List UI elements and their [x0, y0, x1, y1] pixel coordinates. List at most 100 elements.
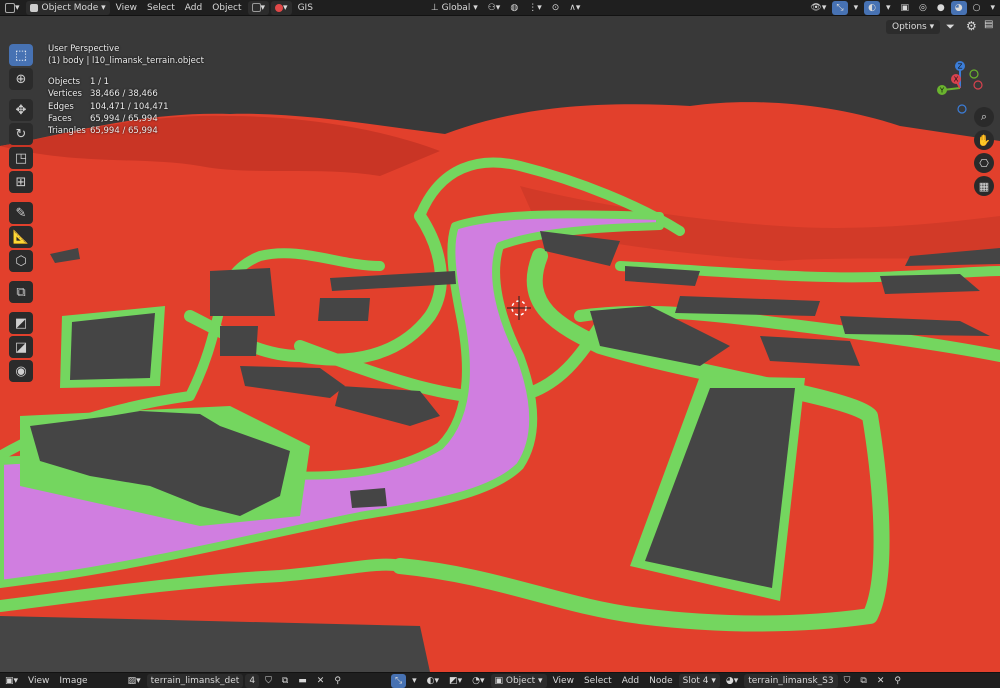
stat-label: Vertices: [48, 89, 82, 100]
material-duplicate[interactable]: ⧉: [856, 674, 870, 688]
navigation-gizmo[interactable]: Z Y X: [937, 61, 983, 114]
add-cube-tool[interactable]: ⬡: [9, 250, 33, 272]
overlay-icon: ◐: [426, 675, 435, 686]
image-editor-type[interactable]: ▣ ▾: [1, 674, 22, 688]
zoom-icon: ⌕: [980, 110, 988, 123]
snap-toggle[interactable]: ◍: [506, 1, 522, 15]
gizmo-toggle[interactable]: ⤡: [832, 0, 848, 15]
image-name-field[interactable]: terrain_limansk_det: [146, 673, 244, 688]
rendered-icon: ○: [972, 2, 981, 13]
menu-add[interactable]: Add: [181, 1, 206, 15]
gizmo-neg-y[interactable]: [969, 69, 979, 79]
perspective-label: User Perspective: [48, 44, 120, 54]
camera-button[interactable]: ⎔: [974, 153, 994, 173]
slot-dropdown[interactable]: Slot 4 ▾: [678, 673, 720, 688]
snap-icon: ◍: [510, 2, 519, 13]
origin-icon: ◉: [15, 363, 27, 379]
menu-object[interactable]: Object: [208, 1, 245, 15]
move-tool[interactable]: ✥: [9, 99, 33, 121]
open-image-button[interactable]: ▬: [294, 674, 311, 688]
fake-user-button[interactable]: ⛉: [261, 674, 276, 688]
options-dropdown[interactable]: Options ▾: [886, 20, 941, 34]
image-user-count[interactable]: 4: [245, 673, 260, 688]
material-name-field[interactable]: terrain_limansk_S3: [744, 673, 838, 688]
scale-tool[interactable]: ◳: [9, 147, 33, 169]
overlays-toggle[interactable]: ◐: [864, 0, 880, 15]
pan-button[interactable]: ✋: [974, 130, 994, 150]
rotate-tool[interactable]: ↻: [9, 123, 33, 145]
gizmo-dropdown[interactable]: ▾: [850, 1, 863, 15]
overlay-dropdown[interactable]: ▾: [247, 0, 270, 15]
pin-button[interactable]: ⚲: [330, 674, 345, 688]
transform-orientation-dropdown[interactable]: ⊥ Global ▾: [427, 1, 482, 15]
menu-view[interactable]: View: [112, 1, 141, 15]
gear-icon[interactable]: ⚙: [966, 19, 977, 33]
transform-tool[interactable]: ⊞: [9, 171, 33, 193]
shader-type-dropdown[interactable]: ▣ Object ▾: [490, 673, 547, 688]
copy-icon: ⧉: [281, 675, 289, 686]
shading-dropdown[interactable]: ▾: [986, 1, 999, 15]
cursor-icon: ⊕: [15, 71, 27, 87]
overlays-dropdown[interactable]: ▾: [882, 1, 895, 15]
stat-value: 38,466 / 38,466: [90, 89, 158, 100]
gizmo-neg-z[interactable]: [957, 104, 967, 114]
snap-target-dropdown[interactable]: ⋮ ▾: [524, 1, 546, 15]
duplicate-image-button[interactable]: ⧉: [278, 674, 292, 688]
maximize-icon[interactable]: ▤: [984, 19, 993, 30]
material-browse-button[interactable]: ◕ ▾: [722, 674, 742, 688]
node-menu-add[interactable]: Add: [618, 674, 643, 688]
tool-shelf: ⬚ ⊕ ✥ ↻ ◳ ⊞ ✎ 📐 ⬡ ⧉ ◩ ◪ ◉: [7, 43, 35, 384]
node-pin-button[interactable]: ⚲: [890, 674, 905, 688]
mode-dropdown[interactable]: Object Mode ▾: [25, 0, 110, 15]
filter-icon[interactable]: ⏷: [946, 20, 955, 34]
unlink-image-button[interactable]: ✕: [313, 674, 329, 688]
gizmo-z-label: Z: [958, 63, 963, 71]
annotate-tool[interactable]: ✎: [9, 202, 33, 224]
visibility-dropdown[interactable]: 👁 ▾: [806, 1, 830, 15]
perspective-button[interactable]: ▦: [974, 176, 994, 196]
node-menu-select[interactable]: Select: [580, 674, 616, 688]
image-menu-image[interactable]: Image: [55, 674, 91, 688]
proportional-toggle[interactable]: ⊙: [548, 1, 564, 15]
node-menu-node[interactable]: Node: [645, 674, 677, 688]
uv-overlay-button[interactable]: ◐ ▾: [423, 674, 443, 688]
falloff-dropdown[interactable]: ∧ ▾: [565, 1, 584, 15]
display-icon: ◩: [449, 675, 458, 686]
building-upper-mid: [318, 298, 370, 321]
select-box-tool[interactable]: ⬚: [9, 44, 33, 66]
measure-tool[interactable]: 📐: [9, 226, 33, 248]
uv-tool-button[interactable]: ⤡: [390, 673, 407, 688]
image-browse-button[interactable]: ▨ ▾: [124, 674, 145, 688]
extrude-tool[interactable]: ⧉: [9, 281, 33, 303]
shading-wireframe[interactable]: ◎: [915, 1, 931, 15]
uv-gizmo-dropdown[interactable]: ▾: [408, 674, 421, 688]
image-menu-view[interactable]: View: [24, 674, 53, 688]
material-unlink[interactable]: ✕: [873, 674, 889, 688]
menu-select[interactable]: Select: [143, 1, 179, 15]
origin-tool[interactable]: ◉: [9, 360, 33, 382]
select-box-icon: ⬚: [14, 47, 28, 63]
editor-type-button[interactable]: ▾: [1, 1, 24, 15]
face-tool[interactable]: ◪: [9, 336, 33, 358]
gizmo-neg-x[interactable]: [973, 80, 983, 90]
zoom-button[interactable]: ⌕: [974, 107, 994, 127]
solid-icon: ●: [936, 2, 945, 13]
material-fake-user[interactable]: ⛉: [840, 674, 855, 688]
xray-toggle[interactable]: ▣: [897, 1, 914, 15]
cursor-tool[interactable]: ⊕: [9, 68, 33, 90]
shading-material[interactable]: ◕: [950, 0, 967, 15]
pivot-dropdown[interactable]: ⚇ ▾: [484, 1, 505, 15]
grid-icon: [251, 3, 261, 12]
axis-icon: ⊥: [430, 2, 442, 13]
pin-icon: ⚲: [894, 675, 901, 686]
shade-tool[interactable]: ◩: [9, 312, 33, 334]
gizmo-y-label: Y: [939, 87, 945, 95]
menu-gis[interactable]: GIS: [294, 1, 317, 15]
node-menu-view[interactable]: View: [549, 674, 578, 688]
snap-dropdown[interactable]: ▾: [271, 0, 292, 15]
3d-viewport[interactable]: Z Y X ⬚ ⊕ ✥ ↻ ◳ ⊞ ✎ 📐 ⬡ ⧉ ◩ ◪ ◉ User Per…: [0, 16, 1000, 672]
shading-rendered[interactable]: ○: [969, 1, 985, 15]
shading-solid[interactable]: ●: [933, 1, 949, 15]
node-editor-type[interactable]: ◔ ▾: [468, 674, 488, 688]
uv-display-button[interactable]: ◩ ▾: [445, 674, 466, 688]
